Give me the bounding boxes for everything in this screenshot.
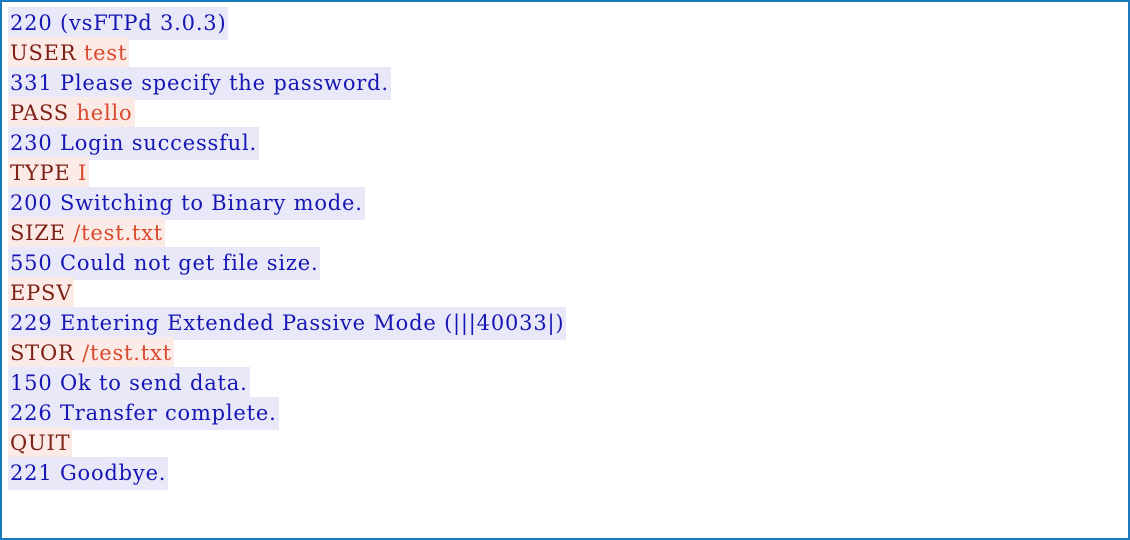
log-line-text: EPSV bbox=[8, 277, 75, 310]
ftp-response-line: 226 Transfer complete. bbox=[2, 397, 1128, 430]
log-line-text: 221 Goodbye. bbox=[8, 457, 169, 490]
log-line-text: QUIT bbox=[8, 427, 73, 460]
log-line-text: USER test bbox=[8, 37, 130, 70]
ftp-response-line: 200 Switching to Binary mode. bbox=[2, 187, 1128, 220]
ftp-command-verb: PASS bbox=[10, 101, 69, 125]
ftp-response-text: 220 (vsFTPd 3.0.3) bbox=[10, 11, 227, 35]
ftp-session-log: 220 (vsFTPd 3.0.3) USER test 331 Please sp… bbox=[2, 7, 1128, 490]
ftp-command-line: PASS hello bbox=[2, 97, 1128, 130]
log-line-text: 220 (vsFTPd 3.0.3) bbox=[8, 7, 229, 40]
log-line-text: STOR /test.txt bbox=[8, 337, 174, 370]
ftp-response-text: 331 Please specify the password. bbox=[10, 71, 389, 95]
ftp-command-verb: QUIT bbox=[10, 431, 71, 455]
ftp-command-verb: EPSV bbox=[10, 281, 73, 305]
log-line-text: 331 Please specify the password. bbox=[8, 67, 391, 100]
log-line-text: 229 Entering Extended Passive Mode (|||4… bbox=[8, 307, 567, 340]
ftp-command-line: USER test bbox=[2, 37, 1128, 70]
ftp-command-verb: TYPE bbox=[10, 161, 71, 185]
ftp-command-argument: /test.txt bbox=[65, 221, 164, 245]
ftp-transcript-panel: 220 (vsFTPd 3.0.3) USER test 331 Please sp… bbox=[0, 0, 1130, 540]
ftp-response-line: 221 Goodbye. bbox=[2, 457, 1128, 490]
ftp-response-line: 150 Ok to send data. bbox=[2, 367, 1128, 400]
ftp-response-line: 550 Could not get file size. bbox=[2, 247, 1128, 280]
ftp-command-argument: test bbox=[76, 41, 128, 65]
log-line-text: 200 Switching to Binary mode. bbox=[8, 187, 365, 220]
ftp-response-text: 150 Ok to send data. bbox=[10, 371, 248, 395]
ftp-response-text: 221 Goodbye. bbox=[10, 461, 167, 485]
ftp-command-line: SIZE /test.txt bbox=[2, 217, 1128, 250]
ftp-command-line: STOR /test.txt bbox=[2, 337, 1128, 370]
ftp-command-argument: /test.txt bbox=[74, 341, 172, 365]
log-line-text: 226 Transfer complete. bbox=[8, 397, 279, 430]
ftp-response-text: 226 Transfer complete. bbox=[10, 401, 277, 425]
ftp-command-verb: STOR bbox=[10, 341, 75, 365]
ftp-command-argument: hello bbox=[68, 101, 133, 125]
ftp-command-verb: SIZE bbox=[10, 221, 66, 245]
log-line-text: 150 Ok to send data. bbox=[8, 367, 250, 400]
ftp-response-text: 200 Switching to Binary mode. bbox=[10, 191, 363, 215]
ftp-command-argument: I bbox=[70, 161, 88, 185]
ftp-response-line: 230 Login successful. bbox=[2, 127, 1128, 160]
ftp-response-text: 550 Could not get file size. bbox=[10, 251, 319, 275]
log-line-text: TYPE I bbox=[8, 157, 90, 190]
ftp-response-line: 331 Please specify the password. bbox=[2, 67, 1128, 100]
ftp-command-line: TYPE I bbox=[2, 157, 1128, 190]
ftp-response-text: 229 Entering Extended Passive Mode (|||4… bbox=[10, 311, 565, 335]
ftp-response-text: 230 Login successful. bbox=[10, 131, 257, 155]
ftp-response-line: 229 Entering Extended Passive Mode (|||4… bbox=[2, 307, 1128, 340]
log-line-text: SIZE /test.txt bbox=[8, 217, 166, 250]
ftp-response-line: 220 (vsFTPd 3.0.3) bbox=[2, 7, 1128, 40]
ftp-command-verb: USER bbox=[10, 41, 77, 65]
log-line-text: PASS hello bbox=[8, 97, 135, 130]
log-line-text: 550 Could not get file size. bbox=[8, 247, 321, 280]
ftp-command-line: QUIT bbox=[2, 427, 1128, 460]
ftp-command-line: EPSV bbox=[2, 277, 1128, 310]
log-line-text: 230 Login successful. bbox=[8, 127, 259, 160]
